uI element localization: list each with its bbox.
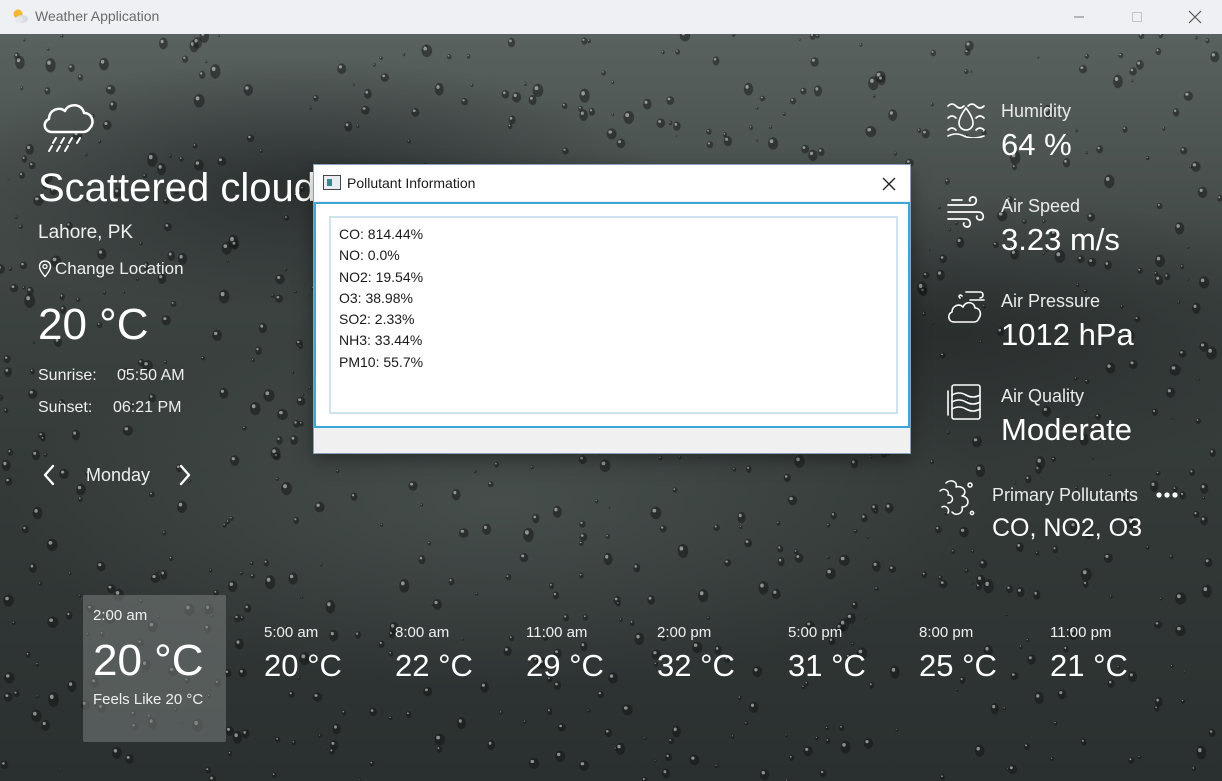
close-icon — [882, 177, 896, 191]
hourly-time: 5:00 am — [264, 624, 319, 641]
hourly-temp: 21 °C — [1050, 648, 1128, 683]
hourly-temp: 20 °C — [93, 636, 204, 685]
pollutant-dialog: Pollutant Information CO: 814.44% NO: 0.… — [313, 164, 911, 454]
dialog-window-icon — [323, 175, 341, 190]
hourly-feels-like: Feels Like 20 °C — [93, 691, 204, 708]
wind-icon — [947, 196, 985, 228]
pollutant-line: SO2: 2.33% — [339, 311, 415, 328]
chevron-right-icon[interactable] — [178, 464, 192, 486]
dialog-close-button[interactable] — [876, 173, 902, 195]
hourly-time: 8:00 pm — [919, 624, 974, 641]
humidity-icon — [947, 103, 985, 138]
selected-day: Monday — [86, 465, 151, 485]
pollutants-value: CO, NO2, O3 — [992, 514, 1143, 542]
hourly-time: 2:00 am — [93, 607, 148, 624]
app-cloud-sun-icon — [13, 9, 28, 23]
dialog-footer — [314, 428, 910, 453]
humidity-label: Humidity — [1001, 101, 1072, 121]
air-quality-value: Moderate — [1001, 412, 1132, 447]
cloud-rain-icon — [43, 104, 94, 152]
pollutant-line: O3: 38.98% — [339, 289, 413, 306]
minimize-button[interactable] — [1050, 0, 1108, 34]
dialog-content-frame: CO: 814.44% NO: 0.0% NO2: 19.54% O3: 38.… — [314, 202, 910, 428]
sunrise-value: 05:50 AM — [117, 367, 185, 384]
air-pressure-value: 1012 hPa — [1001, 317, 1134, 352]
air-pressure-label: Air Pressure — [1001, 291, 1101, 311]
hourly-temp: 25 °C — [919, 648, 997, 683]
air-speed-value: 3.23 m/s — [1001, 222, 1120, 257]
map-pin-icon — [38, 260, 52, 278]
close-icon — [1188, 10, 1202, 24]
pollutant-line: NO: 0.0% — [339, 247, 400, 264]
hourly-temp: 22 °C — [395, 648, 473, 683]
air-quality-icon — [947, 384, 981, 420]
air-quality-label: Air Quality — [1001, 386, 1085, 406]
maximize-icon — [1132, 12, 1142, 22]
sunrise-label: Sunrise: — [38, 367, 97, 384]
hourly-temp: 20 °C — [264, 648, 342, 683]
hourly-time: 8:00 am — [395, 624, 450, 641]
hourly-time: 11:00 am — [526, 624, 588, 641]
hourly-temp: 29 °C — [526, 648, 604, 683]
dialog-titlebar: Pollutant Information — [314, 165, 910, 201]
pollutant-line: NO2: 19.54% — [339, 268, 424, 285]
weather-condition: Scattered cloud — [38, 166, 316, 210]
pollutants-label: Primary Pollutants — [992, 485, 1139, 505]
window-titlebar: Weather Application — [0, 0, 1222, 34]
location-label: Lahore, PK — [38, 222, 134, 243]
more-options-button[interactable] — [1154, 487, 1180, 501]
sunset-label: Sunset: — [38, 399, 93, 416]
pressure-cloud-icon — [948, 291, 985, 323]
pollutant-line: PM10: 55.7% — [339, 353, 424, 370]
change-location-link[interactable]: Change Location — [38, 259, 184, 279]
current-temperature: 20 °C — [38, 300, 149, 349]
window-title: Weather Application — [35, 8, 160, 24]
close-button[interactable] — [1166, 0, 1222, 34]
sunset-value: 06:21 PM — [113, 399, 182, 416]
hourly-temp: 31 °C — [788, 648, 866, 683]
dialog-title: Pollutant Information — [347, 175, 476, 191]
hourly-time: 5:00 pm — [788, 624, 843, 641]
pollutants-smoke-icon — [939, 480, 975, 516]
more-dots-icon — [1156, 492, 1178, 498]
pollutant-line: NH3: 33.44% — [339, 332, 423, 349]
change-location-label: Change Location — [55, 259, 184, 278]
minimize-icon — [1074, 16, 1084, 18]
air-speed-label: Air Speed — [1001, 196, 1081, 216]
pollutant-text-area[interactable]: CO: 814.44% NO: 0.0% NO2: 19.54% O3: 38.… — [329, 216, 898, 414]
hourly-time: 11:00 pm — [1050, 624, 1112, 641]
chevron-left-icon[interactable] — [42, 464, 56, 486]
hourly-time: 2:00 pm — [657, 624, 712, 641]
humidity-value: 64 % — [1001, 127, 1072, 162]
maximize-button[interactable] — [1108, 0, 1166, 34]
hourly-temp: 32 °C — [657, 648, 735, 683]
pollutant-line: CO: 814.44% — [339, 226, 424, 242]
